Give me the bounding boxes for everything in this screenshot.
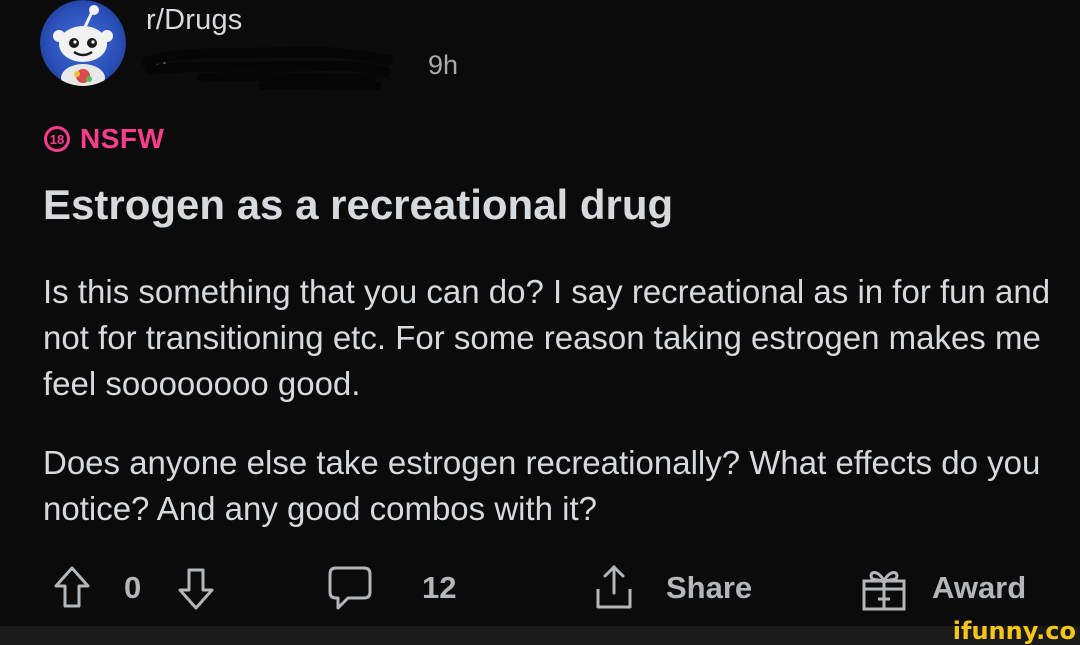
author-row: u/ 9h xyxy=(142,46,506,91)
comment-count: 12 xyxy=(422,570,457,605)
subreddit-name[interactable]: r/Drugs xyxy=(146,4,242,37)
post-header: r/Drugs u/ 9h xyxy=(40,0,640,100)
share-label: Share xyxy=(666,570,753,605)
ifunny-watermark: ifunny.co xyxy=(952,617,1076,645)
award-button[interactable]: Award xyxy=(860,558,1026,618)
nsfw-age: 18 xyxy=(47,129,67,149)
footer-bar xyxy=(0,626,1080,645)
gift-icon xyxy=(862,571,906,611)
post-time: 9h xyxy=(428,50,459,80)
nsfw-label: NSFW xyxy=(80,123,165,154)
arrow-up-icon xyxy=(54,566,90,608)
share-button[interactable]: Share xyxy=(594,558,752,618)
downvote-button[interactable] xyxy=(176,558,216,618)
post-card: r/Drugs u/ 9h 18 NSFW Estrogen as a recr… xyxy=(0,0,1080,626)
share-icon xyxy=(596,565,632,609)
post-body-paragraph: Does anyone else take estrogen recreatio… xyxy=(43,444,1041,527)
post-title[interactable]: Estrogen as a recreational drug xyxy=(43,181,673,229)
award-label: Award xyxy=(932,570,1027,605)
vote-count: 0 xyxy=(124,558,141,618)
vote-count-text: 0 xyxy=(124,570,142,605)
post-body-paragraph: Is this something that you can do? I say… xyxy=(43,273,1051,402)
nsfw-18-icon: 18 xyxy=(44,126,70,152)
upvote-button[interactable] xyxy=(52,558,92,618)
arrow-down-icon xyxy=(178,568,214,610)
comments-button[interactable]: 12 xyxy=(326,558,456,618)
action-bar: 0 12 Share Award xyxy=(0,558,1080,618)
nsfw-tag: 18 NSFW xyxy=(44,122,164,156)
snoo-avatar-icon[interactable] xyxy=(40,0,126,86)
post-body: Is this something that you can do? I say… xyxy=(43,269,1053,565)
redaction-scribble xyxy=(142,46,393,91)
comment-bubble-icon xyxy=(328,566,372,610)
